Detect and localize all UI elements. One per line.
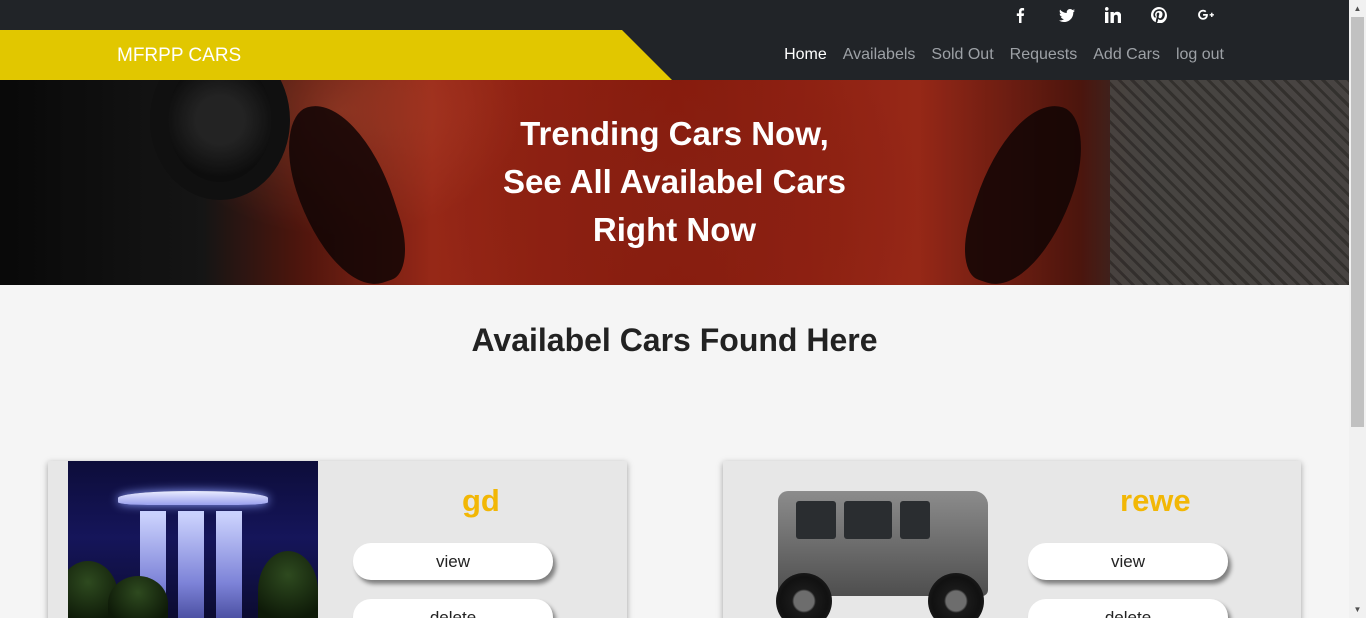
social-bar — [0, 0, 1349, 30]
facebook-icon[interactable] — [1008, 0, 1032, 30]
scroll-down-icon[interactable]: ▼ — [1349, 601, 1366, 618]
hero-line-1: Trending Cars Now, — [520, 115, 829, 152]
hero-line-2: See All Availabel Cars — [502, 163, 846, 200]
view-button[interactable]: view — [353, 543, 553, 580]
nav-links: Home Availabels Sold Out Requests Add Ca… — [784, 30, 1224, 80]
delete-button[interactable]: delete — [1028, 599, 1228, 618]
brand-logo[interactable]: MFRPP CARS — [117, 30, 241, 80]
main-navbar: MFRPP CARS Home Availabels Sold Out Requ… — [0, 30, 1349, 80]
car-card: rewe view delete — [723, 461, 1301, 618]
nav-add-cars[interactable]: Add Cars — [1093, 46, 1160, 64]
car-image[interactable] — [768, 461, 998, 618]
hero-line-3: Right Now — [592, 211, 757, 248]
delete-button[interactable]: delete — [353, 599, 553, 618]
pinterest-icon[interactable] — [1147, 0, 1171, 30]
car-name: gd — [462, 483, 500, 518]
page-scrollbar[interactable]: ▲ ▼ — [1349, 0, 1366, 618]
brand-banner — [0, 30, 672, 80]
google-plus-icon[interactable] — [1194, 0, 1218, 30]
scroll-thumb[interactable] — [1351, 17, 1364, 427]
nav-sold-out[interactable]: Sold Out — [931, 46, 993, 64]
nav-home[interactable]: Home — [784, 46, 827, 64]
car-name: rewe — [1120, 483, 1191, 518]
nav-requests[interactable]: Requests — [1010, 46, 1078, 64]
section-title: Availabel Cars Found Here — [471, 322, 878, 358]
linkedin-icon[interactable] — [1101, 0, 1125, 30]
hero-heading: Trending Cars Now, See All Availabel Car… — [0, 110, 1349, 254]
hero-banner: Trending Cars Now, See All Availabel Car… — [0, 80, 1349, 285]
car-card: gd view delete — [48, 461, 627, 618]
nav-log-out[interactable]: log out — [1176, 46, 1224, 64]
scroll-up-icon[interactable]: ▲ — [1349, 0, 1366, 17]
building-deck — [118, 491, 268, 505]
twitter-icon[interactable] — [1055, 0, 1079, 30]
nav-availabels[interactable]: Availabels — [843, 46, 916, 64]
car-image[interactable] — [68, 461, 318, 618]
view-button[interactable]: view — [1028, 543, 1228, 580]
